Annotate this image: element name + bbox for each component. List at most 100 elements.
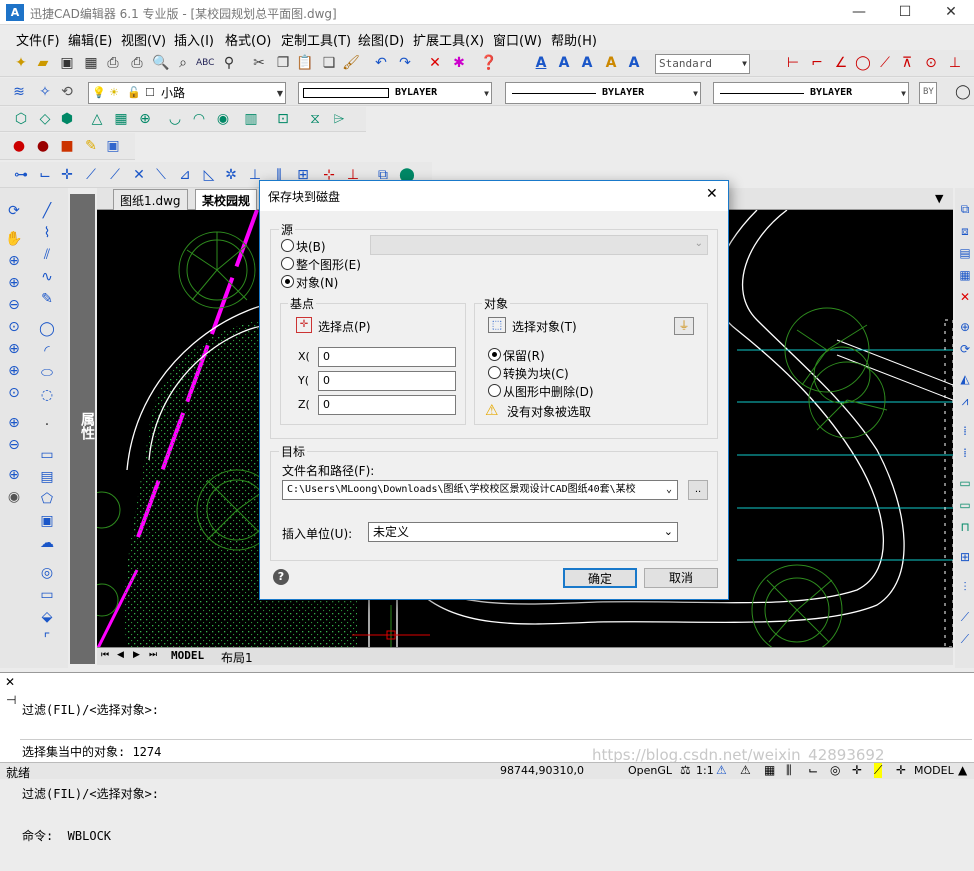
mirror-icon[interactable]: ⧈ — [956, 222, 974, 240]
delete-from-drawing-label[interactable]: 从图形中删除(D) — [503, 383, 594, 400]
block-name-select[interactable]: ⌄ — [370, 235, 708, 255]
offset-icon[interactable]: ▤ — [956, 244, 974, 262]
base-y-input[interactable]: 0 — [318, 371, 456, 391]
dimension-diameter-icon[interactable]: ⟋ — [876, 54, 894, 72]
ellipse-icon[interactable]: ⬭ — [38, 364, 56, 382]
sphere-icon[interactable]: ⊕ — [136, 110, 154, 128]
erase-icon[interactable]: ✕ — [956, 288, 974, 306]
pin-command-icon[interactable]: ⊣ — [6, 693, 16, 707]
source-entire-drawing-radio[interactable] — [281, 257, 294, 270]
snap-center-icon[interactable]: ⊿ — [176, 166, 194, 184]
spellcheck-icon[interactable]: ABC — [196, 54, 214, 72]
zoom-scale-icon[interactable]: ⊕ — [5, 340, 23, 358]
plot-style-select[interactable]: BY — [919, 82, 937, 104]
cube-icon[interactable]: ⬢ — [58, 110, 76, 128]
snap-intersection-icon[interactable]: ⟋ — [106, 166, 124, 184]
calculator-icon[interactable]: ▦ — [82, 54, 100, 72]
revcloud-icon[interactable]: ⬙ — [38, 608, 56, 626]
text-style-icon[interactable]: A — [602, 54, 620, 72]
print-preview-icon[interactable]: 🔍 — [152, 54, 170, 72]
find-icon[interactable]: ⌕ — [174, 54, 192, 72]
menu-extend-tools[interactable]: 扩展工具(X) — [413, 30, 484, 49]
snap-from-icon[interactable]: ⌙ — [36, 166, 54, 184]
circle-icon[interactable]: ◯ — [38, 320, 56, 338]
box-solid-icon[interactable]: ⬡ — [12, 110, 30, 128]
join-icon[interactable]: ▭ — [956, 496, 974, 514]
layer-state-icon[interactable]: ✧ — [36, 83, 54, 101]
align-icon[interactable]: ⫶ — [956, 578, 974, 596]
scale-icon[interactable]: ◭ — [956, 370, 974, 388]
file-path-select[interactable]: C:\Users\MLoong\Downloads\图纸\学校校区景观设计CAD… — [282, 480, 678, 500]
snap-apparent-icon[interactable]: ✕ — [130, 166, 148, 184]
paste-icon[interactable]: 📋 — [296, 54, 314, 72]
snap-midpoint-icon[interactable]: ⟋ — [82, 166, 100, 184]
revolve-icon[interactable]: ⊡ — [274, 110, 292, 128]
status-menu-icon[interactable]: ▲ — [958, 763, 967, 777]
ring-icon[interactable]: ◎ — [38, 564, 56, 582]
snap-tracking-icon[interactable]: ⊶ — [12, 166, 30, 184]
grid-icon[interactable]: ▦ — [764, 763, 775, 777]
help-icon[interactable]: ❓ — [480, 54, 498, 72]
dialog-close-button[interactable]: ✕ — [706, 186, 718, 202]
hatch-icon[interactable]: ▤ — [38, 468, 56, 486]
color-select[interactable]: BYLAYER ▼ — [298, 82, 492, 104]
light-icon[interactable]: ✎ — [82, 137, 100, 155]
tab-list-chevron-icon[interactable]: ▼ — [935, 192, 943, 205]
save-icon[interactable]: ▣ — [58, 54, 76, 72]
grid-solid-icon[interactable]: ▦ — [112, 110, 130, 128]
browse-button[interactable]: .. — [688, 480, 708, 500]
zoom-circle-icon[interactable]: ◯ — [954, 83, 972, 101]
next-layout-button[interactable]: ▶ — [133, 650, 140, 660]
shade-sphere-icon[interactable]: ● — [34, 137, 52, 155]
break-icon[interactable]: ▭ — [956, 474, 974, 492]
select-objects-label[interactable]: 选择对象(T) — [512, 318, 577, 335]
text-a-icon[interactable]: A — [532, 54, 550, 72]
binoculars-icon[interactable]: ⚲ — [220, 54, 238, 72]
zoom-previous-icon[interactable]: ⊖ — [5, 296, 23, 314]
move-icon[interactable]: ⊕ — [956, 318, 974, 336]
annotation-visibility-icon[interactable]: ⚠ — [716, 763, 727, 777]
explode-icon[interactable]: ✱ — [450, 54, 468, 72]
polyline-icon[interactable]: ⌇ — [38, 224, 56, 242]
previous-layout-button[interactable]: ◀ — [117, 650, 124, 660]
zoom-extents-icon[interactable]: ◉ — [5, 488, 23, 506]
polygon-icon[interactable]: ⬠ — [38, 490, 56, 508]
pick-point-label[interactable]: 选择点(P) — [318, 318, 371, 335]
first-layout-button[interactable]: ⏮ — [101, 650, 109, 660]
plot-icon[interactable]: ⎙ — [128, 54, 146, 72]
tolerance-icon[interactable]: ⊼ — [898, 54, 916, 72]
properties-edit-icon[interactable]: ⟋ — [956, 630, 974, 648]
base-z-input[interactable]: 0 — [318, 395, 456, 415]
source-objects-radio[interactable] — [281, 275, 294, 288]
snap-extension-icon[interactable]: ⟍ — [152, 166, 170, 184]
copy-clip-icon[interactable]: ❏ — [320, 54, 338, 72]
print-icon[interactable]: ⎙ — [104, 54, 122, 72]
materials-icon[interactable]: ■ — [58, 137, 76, 155]
status-scale[interactable]: 1:1 — [696, 764, 714, 777]
lengthen-icon[interactable]: ⟋ — [956, 608, 974, 626]
ortho-icon[interactable]: ⌙ — [808, 763, 818, 777]
retain-radio[interactable] — [488, 348, 501, 361]
source-block-label[interactable]: 块(B) — [296, 238, 326, 255]
last-layout-button[interactable]: ⏭ — [149, 650, 157, 660]
zoom-all-icon[interactable]: ⊕ — [5, 466, 23, 484]
rectangle-icon[interactable]: ▭ — [38, 446, 56, 464]
arc-icon[interactable]: ◜ — [38, 342, 56, 360]
trim-icon[interactable]: ⁞ — [956, 422, 974, 440]
rotate-icon[interactable]: ⟳ — [956, 340, 974, 358]
menu-draw[interactable]: 绘图(D) — [358, 30, 404, 49]
zoom-center-icon[interactable]: ⊕ — [5, 362, 23, 380]
copy-icon[interactable]: ❐ — [274, 54, 292, 72]
undo-icon[interactable]: ↶ — [372, 54, 390, 72]
text-edit-icon[interactable]: A — [578, 54, 596, 72]
menu-format[interactable]: 格式(O) — [225, 30, 271, 49]
layer-previous-icon[interactable]: ⟲ — [58, 83, 76, 101]
match-properties-icon[interactable]: 🖌 — [342, 54, 360, 72]
help-icon[interactable]: ? — [273, 569, 289, 585]
slice-icon[interactable]: ⧖ — [306, 110, 324, 128]
tab-layout1[interactable]: 布局1 — [221, 649, 253, 666]
otrack-icon[interactable]: ⟋ — [874, 763, 883, 778]
zoom-object-icon[interactable]: ⊙ — [5, 384, 23, 402]
dimension-aligned-icon[interactable]: ⌐ — [808, 54, 826, 72]
dimension-angle-icon[interactable]: ∠ — [832, 54, 850, 72]
